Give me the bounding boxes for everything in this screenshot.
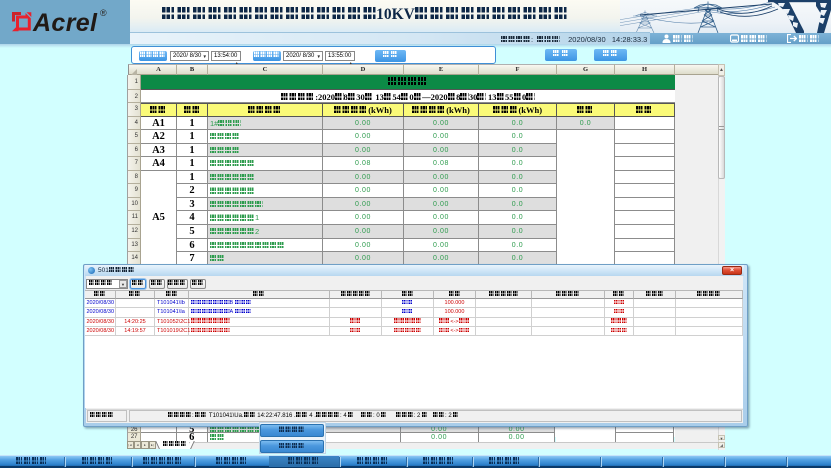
svg-text:Acrel: Acrel [32, 9, 98, 37]
svg-text:®: ® [100, 8, 107, 18]
